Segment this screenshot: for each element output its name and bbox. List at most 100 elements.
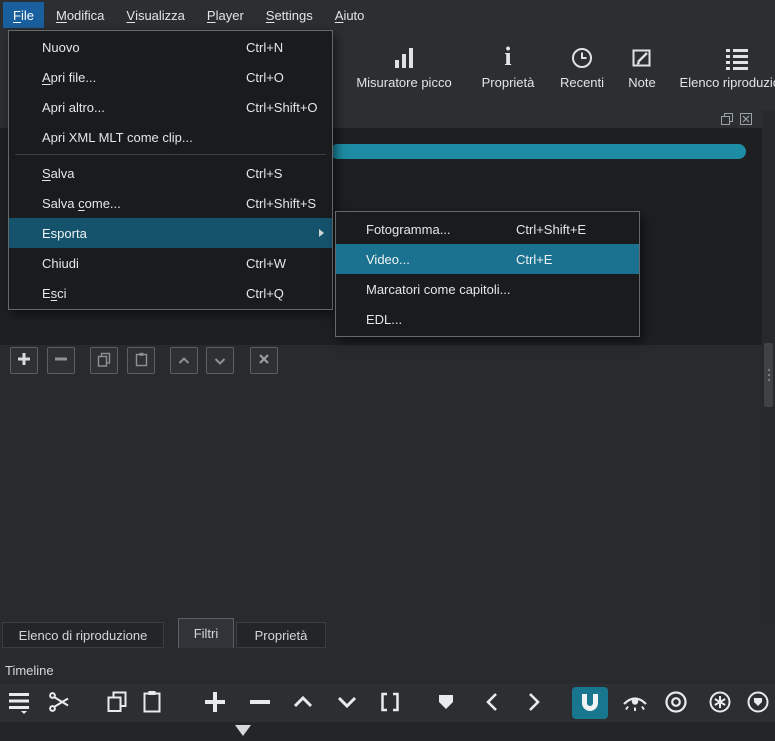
chevron-down-icon — [214, 353, 226, 368]
filter-buttons-row — [0, 347, 762, 377]
add-filter-button[interactable] — [10, 347, 38, 374]
move-filter-up-button[interactable] — [170, 347, 198, 374]
ripple-toggle-button[interactable] — [660, 687, 692, 719]
marker-button[interactable] — [430, 687, 462, 719]
menubar-item-player[interactable]: Player — [197, 2, 254, 28]
timeline-toolbar — [0, 684, 775, 722]
menubar: File Modifica Visualizza Player Settings… — [0, 0, 775, 30]
menu-item-salva[interactable]: Salva Ctrl+S — [9, 158, 332, 188]
timeline-menu-button[interactable] — [3, 687, 35, 719]
menubar-item-file[interactable]: File — [3, 2, 44, 28]
vertical-scrollbar[interactable] — [762, 110, 775, 620]
file-menu: Nuovo Ctrl+N Apri file... Ctrl+O Apri al… — [8, 30, 333, 310]
menu-item-label: Nuovo — [42, 39, 80, 55]
toolbar-item-playlist[interactable]: Elenco riproduzione — [672, 40, 775, 90]
menu-item-shortcut: Ctrl+Shift+S — [246, 195, 317, 211]
menu-item-label: Apri altro... — [42, 99, 105, 115]
menu-item-shortcut: Ctrl+W — [246, 255, 287, 271]
clock-icon — [548, 40, 616, 70]
menubar-item-aiuto[interactable]: Aiuto — [325, 2, 375, 28]
menu-item-shortcut: Ctrl+E — [516, 251, 553, 267]
eye-icon — [622, 692, 648, 715]
toolbar-item-peak-meter[interactable]: Misuratore picco — [346, 40, 462, 90]
timeline-ruler[interactable] — [0, 722, 775, 741]
split-button[interactable] — [374, 687, 406, 719]
overwrite-button[interactable] — [331, 687, 363, 719]
menu-item-esporta[interactable]: Esporta — [9, 218, 332, 248]
hamburger-menu-icon — [7, 690, 31, 717]
toolbar-item-recent[interactable]: Recenti — [548, 40, 616, 90]
snap-toggle-button[interactable] — [572, 687, 608, 719]
chevron-down-icon — [337, 696, 357, 711]
submenu-item-marcatori-capitoli[interactable]: Marcatori come capitoli... — [336, 274, 639, 304]
menu-item-apri-file[interactable]: Apri file... Ctrl+O — [9, 62, 332, 92]
ripple-delete-button[interactable] — [244, 687, 276, 719]
deselect-filter-button[interactable] — [250, 347, 278, 374]
next-marker-button[interactable] — [518, 687, 550, 719]
scissors-icon — [48, 690, 72, 717]
menu-item-label: Esporta — [42, 225, 87, 241]
close-icon — [258, 353, 270, 368]
ripple-all-tracks-toggle-button[interactable] — [704, 687, 736, 719]
menu-item-label: Video... — [366, 251, 410, 267]
toolbar-item-label: Proprietà — [481, 75, 535, 90]
submenu-item-edl[interactable]: EDL... — [336, 304, 639, 334]
menubar-item-settings[interactable]: Settings — [256, 2, 323, 28]
scrub-toggle-button[interactable] — [619, 687, 651, 719]
toolbar-item-notes[interactable]: Note — [616, 40, 668, 90]
chevron-up-icon — [178, 353, 190, 368]
menu-item-label: EDL... — [366, 311, 403, 327]
menu-item-label: Chiudi — [42, 255, 79, 271]
teal-progress-bar[interactable] — [330, 144, 746, 159]
copy-icon — [105, 690, 129, 717]
copy-filters-button[interactable] — [90, 347, 118, 374]
paste-icon — [134, 352, 149, 370]
paste-filters-button[interactable] — [127, 347, 155, 374]
toolbar-item-label: Recenti — [559, 75, 605, 90]
menu-item-apri-xml-mlt[interactable]: Apri XML MLT come clip... — [9, 122, 332, 152]
menu-item-label: Fotogramma... — [366, 221, 451, 237]
cut-button[interactable] — [44, 687, 76, 719]
float-panel-icon[interactable] — [721, 113, 733, 125]
menu-item-esci[interactable]: Esci Ctrl+Q — [9, 278, 332, 308]
submenu-item-video[interactable]: Video... Ctrl+E — [336, 244, 639, 274]
tab-playlist[interactable]: Elenco di riproduzione — [2, 622, 164, 648]
menu-item-chiudi[interactable]: Chiudi Ctrl+W — [9, 248, 332, 278]
menu-item-shortcut: Ctrl+Shift+O — [246, 99, 318, 115]
paste-icon — [141, 690, 163, 717]
menu-item-apri-altro[interactable]: Apri altro... Ctrl+Shift+O — [9, 92, 332, 122]
menu-item-label: Marcatori come capitoli... — [366, 281, 511, 297]
copy-icon — [97, 352, 112, 370]
menu-item-nuovo[interactable]: Nuovo Ctrl+N — [9, 32, 332, 62]
close-panel-icon[interactable] — [740, 113, 752, 125]
move-filter-down-button[interactable] — [206, 347, 234, 374]
playhead-marker[interactable] — [235, 725, 251, 736]
remove-filter-button[interactable] — [47, 347, 75, 374]
submenu-item-fotogramma[interactable]: Fotogramma... Ctrl+Shift+E — [336, 214, 639, 244]
copy-button[interactable] — [101, 687, 133, 719]
minus-icon — [248, 690, 272, 717]
append-button[interactable] — [199, 687, 231, 719]
minus-icon — [54, 352, 68, 369]
export-submenu: Fotogramma... Ctrl+Shift+E Video... Ctrl… — [335, 211, 640, 337]
tab-properties[interactable]: Proprietà — [236, 622, 326, 648]
menubar-item-visualizza[interactable]: Visualizza — [116, 2, 195, 28]
ripple-markers-toggle-button[interactable] — [742, 687, 774, 719]
tab-label: Elenco di riproduzione — [18, 627, 148, 643]
toolbar-item-properties[interactable]: i Proprietà — [470, 40, 546, 91]
chevron-left-icon — [485, 692, 499, 715]
menu-item-label: Apri XML MLT come clip... — [42, 129, 193, 145]
scrollbar-handle[interactable] — [764, 343, 773, 407]
menu-item-salva-come[interactable]: Salva come... Ctrl+Shift+S — [9, 188, 332, 218]
paste-button[interactable] — [136, 687, 168, 719]
menubar-item-modifica[interactable]: Modifica — [46, 2, 114, 28]
menu-item-shortcut: Ctrl+S — [246, 165, 283, 181]
menu-item-label: Salva come... — [42, 195, 121, 211]
previous-marker-button[interactable] — [476, 687, 508, 719]
tab-filters[interactable]: Filtri — [178, 618, 234, 648]
chevron-right-icon — [527, 692, 541, 715]
tab-label: Proprietà — [254, 627, 308, 643]
circled-marker-icon — [746, 690, 770, 717]
menu-item-shortcut: Ctrl+O — [246, 69, 284, 85]
lift-button[interactable] — [287, 687, 319, 719]
